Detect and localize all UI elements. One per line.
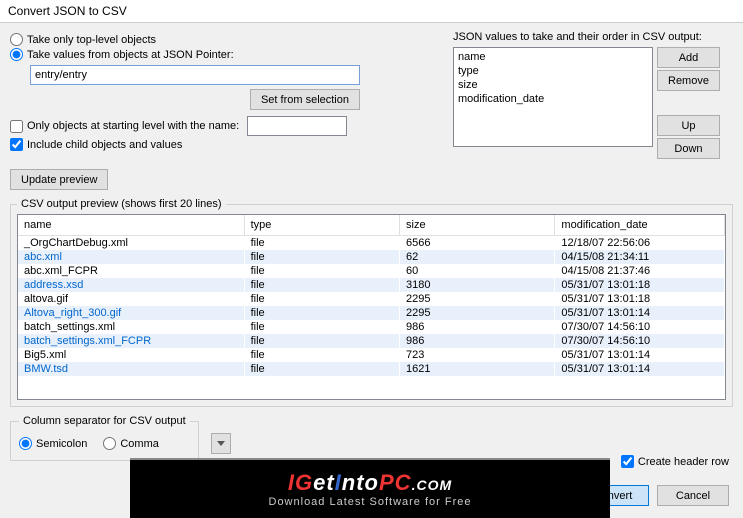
cell-type: file xyxy=(244,348,399,362)
list-item[interactable]: type xyxy=(456,64,650,78)
cell-size: 986 xyxy=(400,320,555,334)
table-row[interactable]: Big5.xmlfile72305/31/07 13:01:14 xyxy=(18,348,725,362)
create-header-label: Create header row xyxy=(638,456,729,468)
cell-mod: 05/31/07 13:01:18 xyxy=(555,278,725,292)
cell-size: 6566 xyxy=(400,236,555,251)
watermark-banner: IGetIntoPC.COM Download Latest Software … xyxy=(130,458,610,518)
separator-legend: Column separator for CSV output xyxy=(19,415,190,427)
cell-mod: 05/31/07 13:01:18 xyxy=(555,292,725,306)
json-pointer-input[interactable] xyxy=(30,65,360,85)
cell-name: Altova_right_300.gif xyxy=(18,306,244,320)
include-children-label: Include child objects and values xyxy=(27,139,182,151)
cell-mod: 07/30/07 14:56:10 xyxy=(555,334,725,348)
cell-mod: 04/15/08 21:34:11 xyxy=(555,250,725,264)
chevron-down-icon xyxy=(217,441,225,446)
col-name[interactable]: name xyxy=(18,215,244,236)
json-values-listbox[interactable]: name type size modification_date xyxy=(453,47,653,147)
only-starting-level-checkbox[interactable] xyxy=(10,120,23,133)
cell-mod: 07/30/07 14:56:10 xyxy=(555,320,725,334)
window-title: Convert JSON to CSV xyxy=(0,0,743,23)
cell-name: abc.xml xyxy=(18,250,244,264)
radio-json-pointer[interactable] xyxy=(10,48,23,61)
radio-comma[interactable] xyxy=(103,437,116,450)
cell-type: file xyxy=(244,264,399,278)
up-button[interactable]: Up xyxy=(657,115,720,136)
preview-table-wrap[interactable]: name type size modification_date _OrgCha… xyxy=(17,214,726,400)
radio-json-pointer-label: Take values from objects at JSON Pointer… xyxy=(27,49,234,61)
table-row[interactable]: _OrgChartDebug.xmlfile656612/18/07 22:56… xyxy=(18,236,725,251)
col-size[interactable]: size xyxy=(400,215,555,236)
dropdown-stub[interactable] xyxy=(211,433,231,454)
json-values-label: JSON values to take and their order in C… xyxy=(453,31,733,43)
preview-fieldset: CSV output preview (shows first 20 lines… xyxy=(10,198,733,407)
list-item[interactable]: modification_date xyxy=(456,92,650,106)
starting-level-name-input[interactable] xyxy=(247,116,347,136)
cell-size: 1621 xyxy=(400,362,555,376)
table-row[interactable]: BMW.tsdfile162105/31/07 13:01:14 xyxy=(18,362,725,376)
table-row[interactable]: altova.giffile229505/31/07 13:01:18 xyxy=(18,292,725,306)
cell-mod: 04/15/08 21:37:46 xyxy=(555,264,725,278)
cell-size: 2295 xyxy=(400,292,555,306)
cell-size: 62 xyxy=(400,250,555,264)
remove-button[interactable]: Remove xyxy=(657,70,720,91)
cell-mod: 05/31/07 13:01:14 xyxy=(555,306,725,320)
cell-type: file xyxy=(244,236,399,251)
cell-name: _OrgChartDebug.xml xyxy=(18,236,244,251)
radio-top-level[interactable] xyxy=(10,33,23,46)
table-header-row: name type size modification_date xyxy=(18,215,725,236)
cell-name: Big5.xml xyxy=(18,348,244,362)
cell-mod: 05/31/07 13:01:14 xyxy=(555,362,725,376)
set-from-selection-button[interactable]: Set from selection xyxy=(250,89,360,110)
update-preview-button[interactable]: Update preview xyxy=(10,169,108,190)
cell-type: file xyxy=(244,334,399,348)
cell-size: 60 xyxy=(400,264,555,278)
watermark-title: IGetIntoPC.COM xyxy=(288,470,452,496)
cell-name: abc.xml_FCPR xyxy=(18,264,244,278)
cell-name: address.xsd xyxy=(18,278,244,292)
table-row[interactable]: Altova_right_300.giffile229505/31/07 13:… xyxy=(18,306,725,320)
table-row[interactable]: batch_settings.xmlfile98607/30/07 14:56:… xyxy=(18,320,725,334)
col-type[interactable]: type xyxy=(244,215,399,236)
radio-top-level-label: Take only top-level objects xyxy=(27,34,156,46)
include-children-checkbox[interactable] xyxy=(10,138,23,151)
table-row[interactable]: batch_settings.xml_FCPRfile98607/30/07 1… xyxy=(18,334,725,348)
col-mod[interactable]: modification_date xyxy=(555,215,725,236)
table-row[interactable]: address.xsdfile318005/31/07 13:01:18 xyxy=(18,278,725,292)
cancel-button[interactable]: Cancel xyxy=(657,485,729,506)
cell-size: 723 xyxy=(400,348,555,362)
cell-mod: 12/18/07 22:56:06 xyxy=(555,236,725,251)
create-header-checkbox[interactable] xyxy=(621,455,634,468)
cell-mod: 05/31/07 13:01:14 xyxy=(555,348,725,362)
cell-type: file xyxy=(244,320,399,334)
watermark-subtitle: Download Latest Software for Free xyxy=(269,496,472,508)
cell-name: batch_settings.xml_FCPR xyxy=(18,334,244,348)
radio-semicolon-label: Semicolon xyxy=(36,438,87,450)
cell-name: altova.gif xyxy=(18,292,244,306)
radio-comma-label: Comma xyxy=(120,438,159,450)
cell-name: BMW.tsd xyxy=(18,362,244,376)
preview-legend: CSV output preview (shows first 20 lines… xyxy=(17,198,226,210)
only-starting-level-label: Only objects at starting level with the … xyxy=(27,120,239,132)
cell-type: file xyxy=(244,306,399,320)
radio-semicolon[interactable] xyxy=(19,437,32,450)
cell-type: file xyxy=(244,292,399,306)
list-item[interactable]: name xyxy=(456,50,650,64)
cell-size: 3180 xyxy=(400,278,555,292)
cell-size: 986 xyxy=(400,334,555,348)
list-item[interactable]: size xyxy=(456,78,650,92)
cell-type: file xyxy=(244,362,399,376)
cell-size: 2295 xyxy=(400,306,555,320)
separator-fieldset: Column separator for CSV output Semicolo… xyxy=(10,415,199,461)
table-row[interactable]: abc.xml_FCPRfile6004/15/08 21:37:46 xyxy=(18,264,725,278)
add-button[interactable]: Add xyxy=(657,47,720,68)
cell-type: file xyxy=(244,250,399,264)
down-button[interactable]: Down xyxy=(657,138,720,159)
cell-name: batch_settings.xml xyxy=(18,320,244,334)
cell-type: file xyxy=(244,278,399,292)
table-row[interactable]: abc.xmlfile6204/15/08 21:34:11 xyxy=(18,250,725,264)
